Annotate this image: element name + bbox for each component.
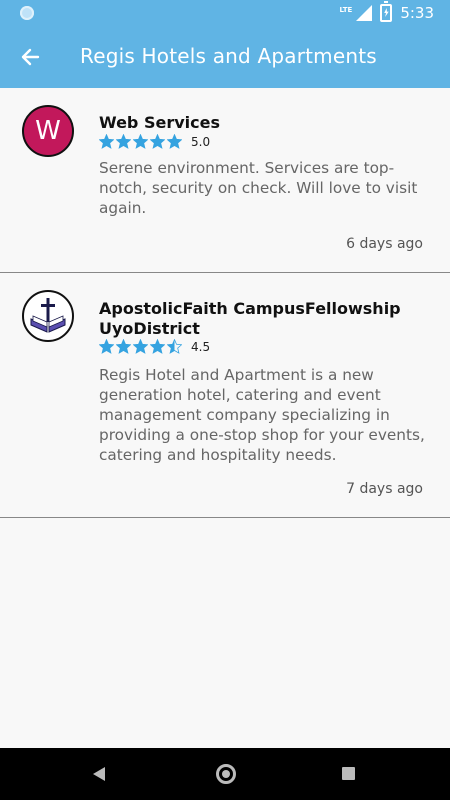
review-time: 7 days ago [346,481,423,497]
review-text: Regis Hotel and Apartment is a new gener… [99,366,425,464]
notification-icon [20,6,34,20]
star-full-icon [150,339,165,354]
nav-home-icon[interactable] [216,764,236,784]
review-item: ApostolicFaith CampusFellowship UyoDistr… [0,273,450,518]
page-title: Regis Hotels and Apartments [80,44,377,68]
network-type: LTE [339,5,353,14]
rating-value: 4.5 [191,339,211,354]
star-full-icon [133,134,148,149]
star-full-icon [116,134,131,149]
star-rating: 5.0 [99,134,210,149]
star-full-icon [133,339,148,354]
review-text: Serene environment. Services are top-not… [99,159,418,217]
app-bar: Regis Hotels and Apartments [0,26,450,88]
avatar[interactable] [22,290,74,342]
reviewer-name: ApostolicFaith CampusFellowship UyoDistr… [99,299,401,338]
rating-value: 5.0 [191,134,211,149]
star-full-icon [150,134,165,149]
navigation-bar [0,748,450,800]
nav-recents-icon[interactable] [342,767,355,780]
status-icons: LTE 5:33 [339,1,434,22]
reviewer-name: Web Services [99,113,220,132]
signal-icon [356,5,373,21]
star-full-icon [167,134,182,149]
status-bar: LTE 5:33 [0,0,450,26]
star-half-icon [167,339,182,354]
star-full-icon [99,339,114,354]
bible-cross-icon [30,298,66,333]
avatar[interactable]: W [22,105,74,157]
arrow-left-icon [21,48,40,66]
back-button[interactable] [14,42,46,72]
star-rating: 4.5 [99,339,210,354]
battery-icon [380,1,393,22]
star-full-icon [116,339,131,354]
review-item: W Web Services 5.0 Serene environment. S… [0,88,450,273]
status-time: 5:33 [400,4,434,22]
nav-back-icon[interactable] [93,767,105,781]
review-time: 6 days ago [346,236,423,252]
star-full-icon [99,134,114,149]
avatar-letter: W [35,116,61,146]
